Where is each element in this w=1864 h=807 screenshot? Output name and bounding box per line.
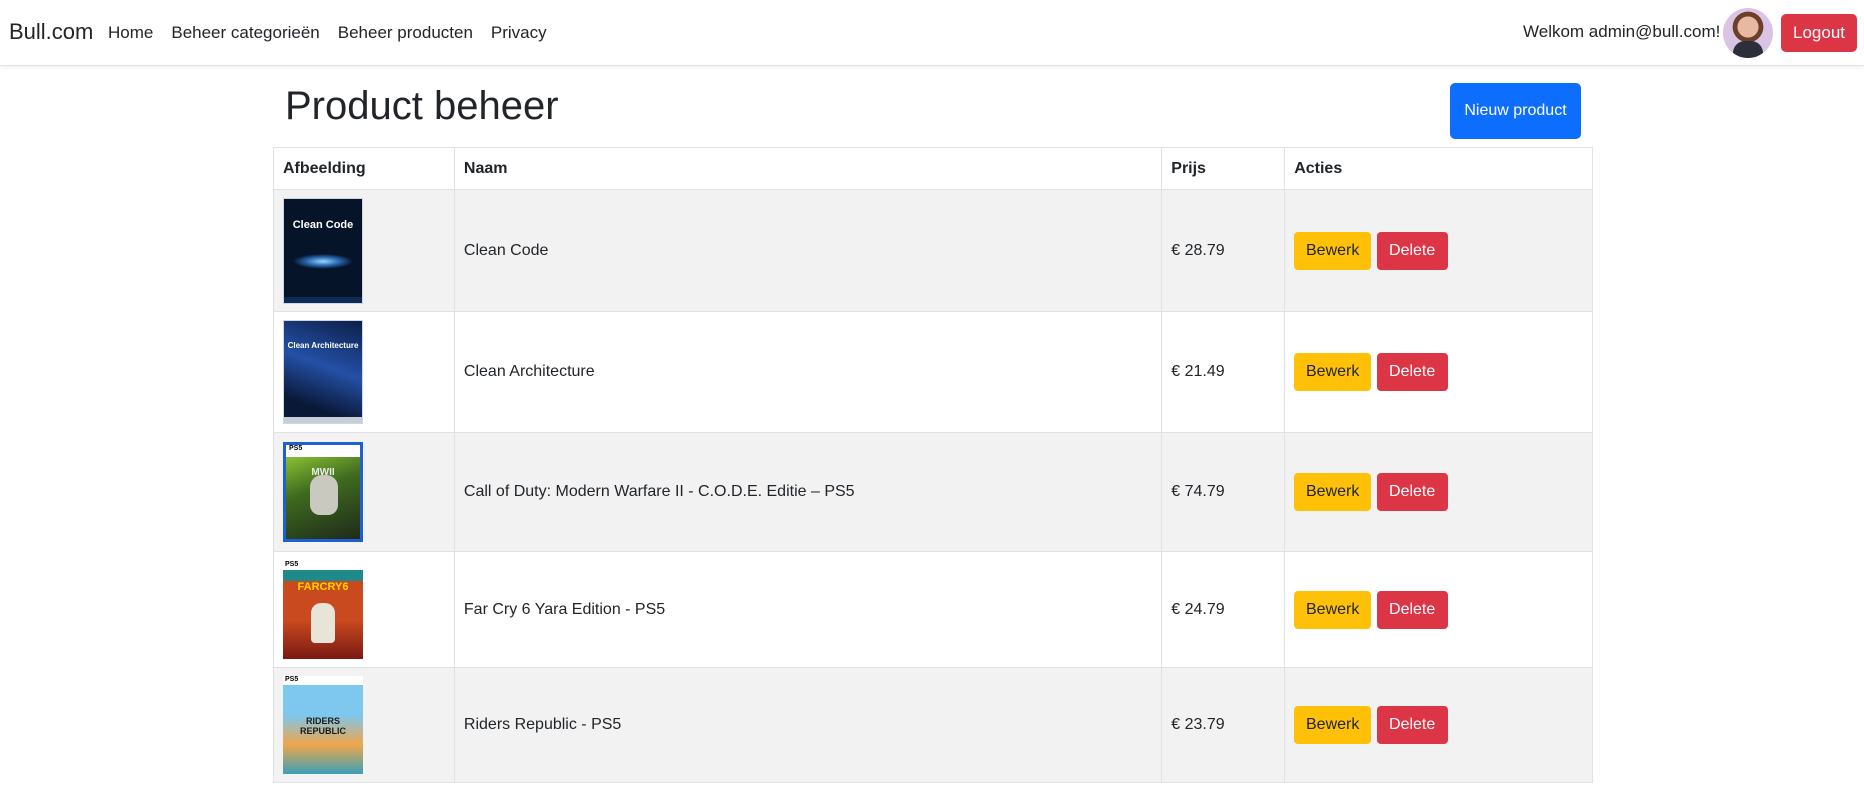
page-title: Product beheer — [285, 84, 559, 128]
header-afbeelding: Afbeelding — [273, 147, 455, 190]
product-name: Clean Architecture — [453, 311, 1163, 433]
product-image: PS5 FARCRY6 — [283, 560, 363, 659]
actions-cell: Bewerk Delete — [1284, 551, 1593, 668]
logout-button[interactable]: Logout — [1781, 14, 1857, 52]
products-table: Afbeelding Naam Prijs Acties Clean Code … — [273, 147, 1593, 783]
ps5-logo: PS5 — [285, 560, 299, 568]
edit-button[interactable]: Bewerk — [1294, 353, 1372, 391]
cover-band — [284, 417, 362, 423]
product-price: € 28.79 — [1161, 189, 1286, 312]
actions-cell: Bewerk Delete — [1284, 311, 1593, 433]
delete-button[interactable]: Delete — [1376, 473, 1448, 511]
product-price: € 24.79 — [1161, 551, 1286, 668]
header-naam: Naam — [453, 147, 1163, 190]
product-price: € 74.79 — [1161, 432, 1286, 552]
product-name: Clean Code — [453, 189, 1163, 312]
avatar-shirt — [1733, 41, 1763, 58]
top-navbar: Bull.com Home Beheer categorieën Beheer … — [0, 0, 1864, 66]
product-name: Call of Duty: Modern Warfare II - C.O.D.… — [453, 432, 1163, 552]
product-image: Clean Code — [283, 197, 363, 304]
product-name: Riders Republic - PS5 — [453, 667, 1163, 783]
actions-cell: Bewerk Delete — [1284, 189, 1593, 312]
nav-home[interactable]: Home — [108, 23, 153, 43]
cover-title: RIDERS REPUBLIC — [299, 716, 346, 736]
cover-band — [284, 296, 362, 303]
welcome-text: Welkom admin@bull.com! — [1523, 22, 1721, 41]
cover-title: MWII — [311, 467, 335, 478]
ps5-logo: PS5 — [285, 676, 299, 683]
cover-title: Clean Architecture — [287, 341, 359, 350]
table-row: PS5 RIDERS REPUBLIC Riders Republic - PS… — [273, 667, 1593, 783]
nav-links: Home Beheer categorieën Beheer producten… — [108, 23, 547, 43]
ps5-logo: PS5 — [286, 445, 360, 457]
nav-privacy[interactable]: Privacy — [491, 23, 547, 43]
image-cell: PS5 MWII — [273, 432, 455, 552]
edit-button[interactable]: Bewerk — [1294, 231, 1372, 270]
cover-title: Clean Code — [292, 218, 354, 231]
cover-title: FARCRY6 — [297, 580, 349, 593]
cover-figure — [311, 602, 335, 643]
avatar[interactable] — [1723, 8, 1773, 58]
nav-beheer-categorieen[interactable]: Beheer categorieën — [171, 23, 319, 43]
delete-button[interactable]: Delete — [1376, 706, 1448, 744]
table-header-row: Afbeelding Naam Prijs Acties — [273, 147, 1593, 190]
edit-button[interactable]: Bewerk — [1294, 590, 1372, 629]
brand-link[interactable]: Bull.com — [9, 19, 93, 45]
table-row: PS5 FARCRY6 Far Cry 6 Yara Edition - PS5… — [273, 551, 1593, 668]
delete-button[interactable]: Delete — [1376, 231, 1448, 270]
header-acties: Acties — [1284, 147, 1593, 190]
product-image: PS5 MWII — [283, 442, 363, 542]
table-row: Clean Code Clean Code € 28.79 Bewerk Del… — [273, 189, 1593, 312]
edit-button[interactable]: Bewerk — [1294, 473, 1372, 511]
actions-cell: Bewerk Delete — [1284, 667, 1593, 783]
product-image: PS5 RIDERS REPUBLIC — [283, 676, 363, 774]
cover-soldier-mask — [310, 475, 338, 515]
table-row: Clean Architecture Clean Architecture € … — [273, 311, 1593, 433]
actions-cell: Bewerk Delete — [1284, 432, 1593, 552]
product-price: € 21.49 — [1161, 311, 1286, 433]
product-name: Far Cry 6 Yara Edition - PS5 — [453, 551, 1163, 668]
table-row: PS5 MWII Call of Duty: Modern Warfare II… — [273, 432, 1593, 552]
image-cell: PS5 RIDERS REPUBLIC — [273, 667, 455, 783]
image-cell: Clean Architecture — [273, 311, 455, 433]
nav-beheer-producten[interactable]: Beheer producten — [338, 23, 473, 43]
image-cell: PS5 FARCRY6 — [273, 551, 455, 668]
new-product-button[interactable]: Nieuw product — [1450, 83, 1581, 139]
image-cell: Clean Code — [273, 189, 455, 312]
delete-button[interactable]: Delete — [1376, 353, 1448, 391]
delete-button[interactable]: Delete — [1376, 590, 1448, 629]
product-price: € 23.79 — [1161, 667, 1286, 783]
header-prijs: Prijs — [1161, 147, 1286, 190]
product-image: Clean Architecture — [283, 320, 363, 424]
edit-button[interactable]: Bewerk — [1294, 706, 1372, 744]
